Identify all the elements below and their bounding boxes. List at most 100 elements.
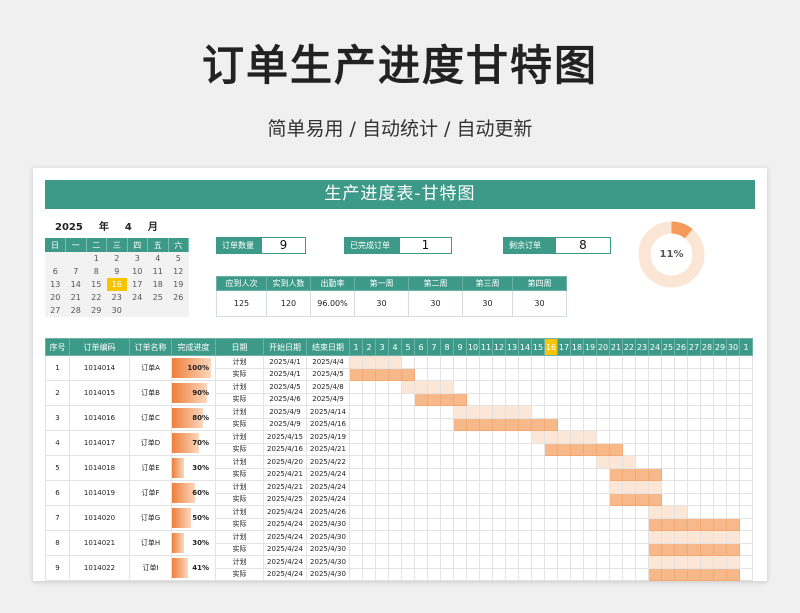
gantt-cell	[427, 480, 441, 494]
year-value[interactable]: 2025	[55, 222, 83, 233]
gantt-cell	[362, 530, 376, 544]
gantt-cell	[440, 417, 454, 431]
calendar-day[interactable]: 3	[127, 252, 148, 265]
gantt-cell	[583, 542, 597, 556]
gantt-actual-bar-cell	[544, 442, 558, 456]
gantt-cell	[557, 480, 571, 494]
calendar-day[interactable]: 6	[45, 265, 66, 278]
calendar-day[interactable]: 2	[106, 252, 127, 265]
calendar-day[interactable]: 13	[45, 278, 66, 291]
progress-label: 100%	[187, 364, 209, 372]
gantt-cell	[596, 542, 610, 556]
gantt-actual-bar-cell	[609, 467, 623, 481]
calendar-day[interactable]: 25	[147, 291, 168, 304]
gantt-actual-bar-cell	[414, 392, 428, 406]
gantt-cell	[583, 455, 597, 469]
row-type-label: 实际	[215, 392, 264, 406]
calendar-day[interactable]: 5	[168, 252, 189, 265]
gantt-cell	[401, 492, 415, 506]
gantt-cell	[596, 480, 610, 494]
calendar-day[interactable]: 26	[168, 291, 189, 304]
summary-value-row: 125 120 96.00% 30 30 30 30	[216, 290, 567, 317]
gantt-cell	[609, 567, 623, 581]
start-date: 2025/4/1	[263, 367, 307, 381]
calendar-day[interactable]: 30	[106, 304, 127, 317]
gantt-cell	[492, 517, 506, 531]
attendance-summary-table: 应到人次 实到人数 出勤率 第一周 第二周 第三周 第四周 125 120 96.00% 30 30 3…	[216, 276, 567, 317]
calendar-day[interactable]: 4	[147, 252, 168, 265]
calendar-day[interactable]: 10	[127, 265, 148, 278]
calendar-day	[127, 304, 148, 317]
gantt-cell	[713, 392, 727, 406]
gantt-cell	[466, 455, 480, 469]
gantt-cell	[453, 380, 467, 394]
calendar-day[interactable]: 20	[45, 291, 66, 304]
gantt-cell	[492, 492, 506, 506]
gantt-cell	[414, 417, 428, 431]
calendar-day[interactable]: 1	[86, 252, 107, 265]
start-date: 2025/4/24	[263, 555, 307, 569]
gantt-cell	[726, 492, 740, 506]
gantt-cell	[557, 567, 571, 581]
calendar-day[interactable]: 19	[168, 278, 189, 291]
end-date: 2025/4/24	[306, 480, 350, 494]
calendar-day[interactable]: 18	[147, 278, 168, 291]
gantt-cell	[635, 542, 649, 556]
calendar-day[interactable]: 24	[127, 291, 148, 304]
calendar-day[interactable]: 29	[86, 304, 107, 317]
gantt-cell	[726, 505, 740, 519]
gantt-plan-bar-cell	[687, 530, 701, 544]
gantt-cell	[440, 542, 454, 556]
gantt-cell	[557, 530, 571, 544]
gantt-plan-bar-cell	[661, 505, 675, 519]
month-value[interactable]: 4	[125, 222, 132, 233]
calendar-day[interactable]: 23	[106, 291, 127, 304]
order-number: 2	[45, 380, 70, 406]
year-month-selector: 2025 年 4 月	[55, 218, 174, 233]
gantt-cell	[531, 367, 545, 381]
calendar-day[interactable]: 14	[65, 278, 86, 291]
gantt-cell	[739, 355, 753, 369]
gantt-cell	[362, 442, 376, 456]
gantt-cell	[388, 455, 402, 469]
calendar-day[interactable]: 28	[65, 304, 86, 317]
calendar-day[interactable]: 9	[106, 265, 127, 278]
calendar-day[interactable]: 7	[65, 265, 86, 278]
gantt-cell	[440, 480, 454, 494]
gantt-cell	[674, 367, 688, 381]
gantt-plan-bar-cell	[635, 480, 649, 494]
calendar-day[interactable]: 12	[168, 265, 189, 278]
gantt-cell	[427, 430, 441, 444]
calendar-day[interactable]: 22	[86, 291, 107, 304]
calendar-day[interactable]: 21	[65, 291, 86, 304]
gantt-cell	[427, 505, 441, 519]
calendar-week: 27 28 29 30	[45, 304, 189, 317]
gantt-cell	[375, 555, 389, 569]
gantt-cell	[362, 430, 376, 444]
calendar-day[interactable]: 11	[147, 265, 168, 278]
gantt-cell	[375, 430, 389, 444]
gantt-cell	[466, 542, 480, 556]
calendar-day[interactable]: 16	[106, 278, 127, 291]
gantt-cell	[557, 517, 571, 531]
calendar-day[interactable]: 15	[86, 278, 107, 291]
progress-label: 70%	[192, 439, 209, 447]
gantt-day-header: 24	[648, 338, 662, 356]
gantt-actual-bar-cell	[713, 517, 727, 531]
gantt-row-plan: 6 1014019 订单F 60% 计划 2025/4/21 2025/4/24	[45, 480, 753, 506]
gantt-cell	[505, 555, 519, 569]
gantt-cell	[466, 530, 480, 544]
gantt-plan-bar-cell	[713, 530, 727, 544]
gantt-plan-bar-cell	[505, 405, 519, 419]
gantt-cell	[401, 430, 415, 444]
gantt-cell	[700, 405, 714, 419]
gantt-cell	[700, 430, 714, 444]
end-date: 2025/4/24	[306, 492, 350, 506]
gantt-plan-bar-cell	[648, 480, 662, 494]
calendar-day[interactable]: 17	[127, 278, 148, 291]
calendar-day[interactable]: 8	[86, 265, 107, 278]
order-code: 1014021	[69, 530, 130, 556]
gantt-cell	[349, 430, 363, 444]
gantt-actual-bar-cell	[427, 392, 441, 406]
calendar-day[interactable]: 27	[45, 304, 66, 317]
